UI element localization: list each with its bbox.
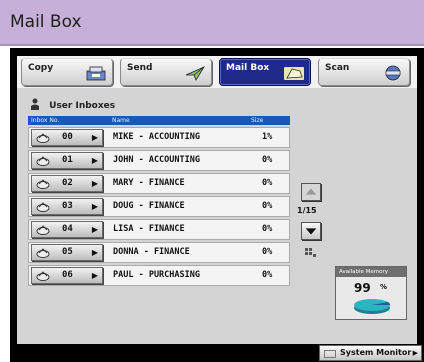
tab-send-label: Send xyxy=(127,63,153,73)
inbox-button[interactable]: 01 ▶ xyxy=(31,152,103,169)
inbox-name: LISA - FINANCE xyxy=(113,224,185,234)
inbox-size: 0% xyxy=(262,201,273,211)
main-panel: Copy Send Mail Box Scan User Inboxes Inb… xyxy=(17,56,417,344)
memory-value: 99 xyxy=(354,281,371,295)
inbox-tray-icon xyxy=(36,271,50,281)
arrow-right-icon: ▶ xyxy=(91,225,98,234)
inbox-size: 0% xyxy=(262,270,273,280)
column-header-size: Size xyxy=(251,117,264,124)
inbox-size: 1% xyxy=(262,132,273,142)
tab-scan-label: Scan xyxy=(325,63,350,73)
inbox-name: DONNA - FINANCE xyxy=(113,247,190,257)
chevron-down-icon xyxy=(305,228,317,235)
grid-icon xyxy=(305,248,316,257)
window-title-bar: Mail Box xyxy=(0,0,424,46)
inbox-tray-icon xyxy=(36,179,50,189)
inbox-tray-icon xyxy=(36,225,50,235)
inbox-name: PAUL - PURCHASING xyxy=(113,270,200,280)
inbox-name: JOHN - ACCOUNTING xyxy=(113,155,200,165)
memory-unit: % xyxy=(380,283,388,291)
inbox-size: 0% xyxy=(262,178,273,188)
arrow-right-icon: ▶ xyxy=(91,156,98,165)
inbox-tray-icon xyxy=(36,156,50,166)
inbox-button[interactable]: 04 ▶ xyxy=(31,221,103,238)
page-indicator: 1/15 xyxy=(297,206,317,215)
tab-send[interactable]: Send xyxy=(120,58,212,86)
arrow-right-icon: ▶ xyxy=(91,271,98,280)
available-memory-panel: Available Memory 99 % xyxy=(335,266,407,320)
user-inboxes-heading: User Inboxes xyxy=(30,98,115,112)
arrow-right-icon: ▶ xyxy=(91,179,98,188)
send-icon xyxy=(185,66,206,81)
inbox-row[interactable]: 00 ▶ MIKE - ACCOUNTING 1% xyxy=(28,127,290,148)
inbox-name: MIKE - ACCOUNTING xyxy=(113,132,200,142)
mailbox-icon xyxy=(284,67,304,80)
inbox-number: 06 xyxy=(62,270,73,280)
monitor-icon xyxy=(324,350,336,358)
inbox-row[interactable]: 01 ▶ JOHN - ACCOUNTING 0% xyxy=(28,150,290,171)
inbox-number: 02 xyxy=(62,178,73,188)
window-title: Mail Box xyxy=(10,12,82,32)
arrow-right-icon: ▶ xyxy=(91,133,98,142)
inbox-number: 05 xyxy=(62,247,73,257)
system-monitor-label: System Monitor xyxy=(340,348,412,357)
device-screen: Copy Send Mail Box Scan User Inboxes Inb… xyxy=(10,48,424,362)
column-header-number: Inbox No. xyxy=(31,117,60,124)
tab-mail-box[interactable]: Mail Box xyxy=(219,58,311,86)
memory-disc-icon xyxy=(354,299,391,314)
inbox-number: 00 xyxy=(62,132,73,142)
inbox-row[interactable]: 06 ▶ PAUL - PURCHASING 0% xyxy=(28,265,290,286)
user-icon xyxy=(31,98,39,110)
tab-mail-box-label: Mail Box xyxy=(226,63,270,73)
inbox-size: 0% xyxy=(262,247,273,257)
memory-label: Available Memory xyxy=(336,267,406,277)
scan-icon xyxy=(385,65,401,81)
scroll-up-button[interactable] xyxy=(301,183,321,201)
tab-copy[interactable]: Copy xyxy=(21,58,113,86)
inbox-name: DOUG - FINANCE xyxy=(113,201,185,211)
status-bar: System Monitor ▶ xyxy=(10,344,424,362)
inbox-button[interactable]: 03 ▶ xyxy=(31,198,103,215)
inbox-row[interactable]: 03 ▶ DOUG - FINANCE 0% xyxy=(28,196,290,217)
tab-copy-label: Copy xyxy=(28,63,54,73)
inbox-number: 01 xyxy=(62,155,73,165)
inbox-table-header: Inbox No. Name Size xyxy=(28,116,290,125)
scroll-down-button[interactable] xyxy=(301,222,321,240)
inbox-button[interactable]: 02 ▶ xyxy=(31,175,103,192)
inbox-size: 0% xyxy=(262,155,273,165)
inbox-button[interactable]: 00 ▶ xyxy=(31,129,103,146)
chevron-up-icon xyxy=(305,188,317,195)
user-inboxes-panel: User Inboxes Inbox No. Name Size 00 ▶ MI… xyxy=(25,98,335,344)
arrow-right-icon: ▶ xyxy=(91,202,98,211)
function-tabs: Copy Send Mail Box Scan xyxy=(17,56,417,88)
inbox-row[interactable]: 02 ▶ MARY - FINANCE 0% xyxy=(28,173,290,194)
inbox-number: 03 xyxy=(62,201,73,211)
inbox-size: 0% xyxy=(262,224,273,234)
system-monitor-button[interactable]: System Monitor ▶ xyxy=(319,345,422,361)
copy-icon xyxy=(86,66,106,81)
column-header-name: Name xyxy=(112,117,130,124)
inbox-button[interactable]: 05 ▶ xyxy=(31,244,103,261)
arrow-right-icon: ▶ xyxy=(91,248,98,257)
inbox-tray-icon xyxy=(36,248,50,258)
inbox-tray-icon xyxy=(36,202,50,212)
inbox-tray-icon xyxy=(36,133,50,143)
tab-scan[interactable]: Scan xyxy=(318,58,410,86)
inbox-name: MARY - FINANCE xyxy=(113,178,185,188)
inbox-row[interactable]: 05 ▶ DONNA - FINANCE 0% xyxy=(28,242,290,263)
user-inboxes-title: User Inboxes xyxy=(49,101,116,111)
inbox-number: 04 xyxy=(62,224,73,234)
arrow-right-icon: ▶ xyxy=(412,349,418,357)
inbox-row[interactable]: 04 ▶ LISA - FINANCE 0% xyxy=(28,219,290,240)
inbox-button[interactable]: 06 ▶ xyxy=(31,267,103,284)
